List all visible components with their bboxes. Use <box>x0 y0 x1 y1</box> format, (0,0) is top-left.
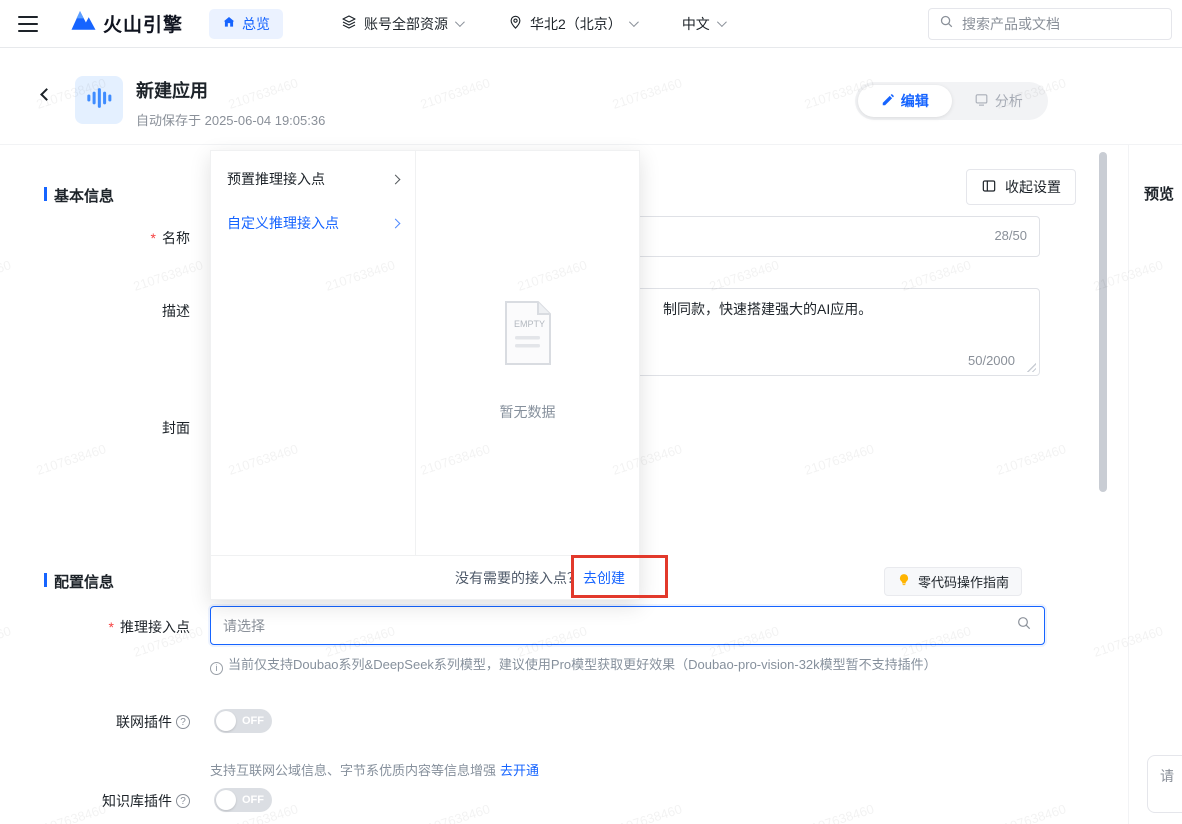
nav-language-selector[interactable]: 中文 <box>682 14 724 34</box>
search-input[interactable] <box>962 16 1161 32</box>
endpoint-label: * 推理接入点 <box>0 617 190 637</box>
svg-text:EMPTY: EMPTY <box>514 319 545 329</box>
language-label: 中文 <box>682 14 710 34</box>
basic-info-section-title: 基本信息 <box>44 185 114 206</box>
endpoint-label-text: 推理接入点 <box>120 617 190 637</box>
kb-plugin-state: OFF <box>242 788 264 812</box>
logo-mountain-icon <box>70 9 97 38</box>
edit-label: 编辑 <box>901 91 929 111</box>
chevron-left-icon <box>40 88 53 101</box>
empty-state-text: 暂无数据 <box>416 402 639 422</box>
title-block: 新建应用 自动保存于 2025-06-04 19:05:36 <box>136 77 325 129</box>
name-char-counter: 28/50 <box>994 228 1027 243</box>
waveform-icon <box>85 84 113 117</box>
resize-grip-icon[interactable] <box>1026 362 1036 372</box>
back-button[interactable] <box>42 90 51 99</box>
web-plugin-hint: 支持互联网公域信息、字节系优质内容等信息增强去开通 <box>210 760 539 779</box>
page-header: 新建应用 自动保存于 2025-06-04 19:05:36 编辑 分析 <box>0 48 1182 145</box>
kb-plugin-label-text: 知识库插件 <box>102 791 172 811</box>
dropdown-footer-text: 没有需要的接入点？ <box>455 568 581 588</box>
location-pin-icon <box>508 15 523 33</box>
vertical-scrollbar[interactable] <box>1099 152 1107 492</box>
help-icon: ? <box>176 715 190 729</box>
overview-label: 总览 <box>242 14 270 34</box>
endpoint-empty-state: EMPTY 暂无数据 <box>416 151 639 555</box>
logo-text: 火山引擎 <box>103 10 183 37</box>
menu-icon[interactable] <box>16 14 40 34</box>
analyze-tab[interactable]: 分析 <box>952 85 1046 117</box>
help-icon: ? <box>176 794 190 808</box>
kb-plugin-toggle[interactable]: OFF <box>214 788 272 812</box>
region-label: 华北2（北京） <box>530 14 622 34</box>
name-label: * 名称 <box>0 228 190 248</box>
endpoint-dropdown-categories: 预置推理接入点 自定义推理接入点 <box>211 151 416 555</box>
search-icon <box>939 14 954 34</box>
activate-link[interactable]: 去开通 <box>500 763 539 778</box>
volcengine-console: 火山引擎 总览 账号全部资源 华北2（北京） 中文 <box>0 0 1182 824</box>
nav-account-resources[interactable]: 账号全部资源 <box>341 14 462 34</box>
config-section-title: 配置信息 <box>44 571 114 592</box>
web-plugin-label: 联网插件 ? <box>0 712 190 732</box>
preset-endpoint-label: 预置推理接入点 <box>227 169 325 189</box>
endpoint-select[interactable] <box>210 606 1045 645</box>
required-marker: * <box>151 230 156 246</box>
nav-region-selector[interactable]: 华北2（北京） <box>508 14 636 34</box>
toggle-knob <box>216 711 236 731</box>
endpoint-dropdown: 预置推理接入点 自定义推理接入点 EMPTY <box>210 150 640 600</box>
required-marker: * <box>109 619 114 635</box>
description-label: 描述 <box>0 301 190 321</box>
pencil-icon <box>881 93 895 110</box>
brand-logo[interactable]: 火山引擎 <box>70 9 183 38</box>
description-char-counter: 50/2000 <box>968 353 1015 368</box>
top-navbar: 火山引擎 总览 账号全部资源 华北2（北京） 中文 <box>0 0 1182 48</box>
page-title: 新建应用 <box>136 77 325 103</box>
analyze-label: 分析 <box>995 91 1023 111</box>
web-plugin-state: OFF <box>242 709 264 733</box>
search-icon <box>1016 615 1032 636</box>
collapse-settings-button[interactable]: 收起设置 <box>966 169 1076 205</box>
toggle-knob <box>216 790 236 810</box>
autosave-status: 自动保存于 2025-06-04 19:05:36 <box>136 110 325 129</box>
global-search[interactable] <box>928 8 1172 40</box>
info-icon: i <box>210 662 223 675</box>
endpoint-hint: i 当前仅支持Doubao系列&DeepSeek系列模型，建议使用Pro模型获取更… <box>210 654 1050 675</box>
lightbulb-icon <box>897 573 911 590</box>
custom-endpoint-label: 自定义推理接入点 <box>227 213 339 233</box>
description-label-text: 描述 <box>162 301 190 321</box>
annotation-box <box>571 555 668 598</box>
custom-endpoint-item[interactable]: 自定义推理接入点 <box>211 201 415 245</box>
preview-title: 预览 <box>1144 183 1174 204</box>
chevron-right-icon <box>391 174 401 184</box>
chevron-right-icon <box>391 218 401 228</box>
name-label-text: 名称 <box>162 228 190 248</box>
cover-label-text: 封面 <box>162 418 190 438</box>
chevron-down-icon <box>629 17 639 27</box>
edit-tab[interactable]: 编辑 <box>858 85 952 117</box>
endpoint-select-input[interactable] <box>223 618 1016 634</box>
account-resources-label: 账号全部资源 <box>364 14 448 34</box>
preview-chat-input[interactable]: 请 <box>1147 755 1182 813</box>
web-plugin-label-text: 联网插件 <box>116 712 172 732</box>
nav-overview-button[interactable]: 总览 <box>209 9 283 39</box>
app-avatar <box>75 76 123 124</box>
cover-label: 封面 <box>0 418 190 438</box>
web-plugin-hint-text: 支持互联网公域信息、字节系优质内容等信息增强 <box>210 763 496 778</box>
web-plugin-toggle[interactable]: OFF <box>214 709 272 733</box>
preset-endpoint-item[interactable]: 预置推理接入点 <box>211 157 415 201</box>
no-code-guide-label: 零代码操作指南 <box>918 572 1009 591</box>
preview-panel: 预览 请 <box>1128 145 1182 824</box>
kb-plugin-label: 知识库插件 ? <box>0 791 190 811</box>
collapse-panel-icon <box>981 178 997 197</box>
home-icon <box>222 15 236 32</box>
collapse-settings-label: 收起设置 <box>1005 177 1061 197</box>
analyze-icon <box>974 92 989 110</box>
endpoint-hint-text: 当前仅支持Doubao系列&DeepSeek系列模型，建议使用Pro模型获取更好… <box>228 657 937 672</box>
chevron-down-icon <box>455 17 465 27</box>
mode-switch: 编辑 分析 <box>855 82 1048 120</box>
empty-document-icon: EMPTY <box>416 299 639 372</box>
settings-content: 基本信息 收起设置 * 名称 28/50 描述 制同款，快速搭建强大的AI应用。… <box>0 145 1182 824</box>
no-code-guide-button[interactable]: 零代码操作指南 <box>884 567 1022 596</box>
chevron-down-icon <box>717 17 727 27</box>
resource-stack-icon <box>341 14 357 33</box>
